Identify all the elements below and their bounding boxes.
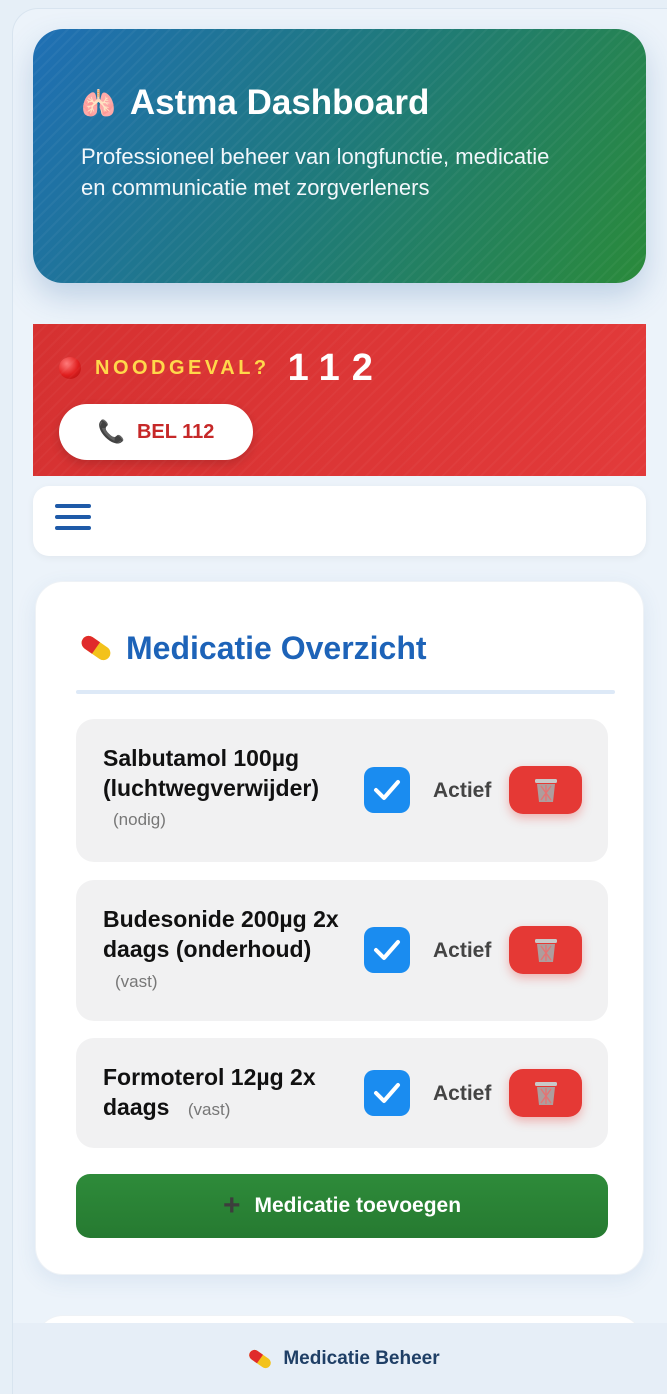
medication-type: (nodig) [113,810,166,829]
status-label: Actief [433,1082,492,1105]
pill-icon [249,1349,272,1369]
trash-icon [534,779,557,802]
trash-icon [534,1082,557,1105]
checkmark-icon [374,1083,400,1103]
medication-name-text: Budesonide 200µg 2x daags (onderhoud) [103,906,339,962]
medication-name: Salbutamol 100µg (luchtwegverwijder) (no… [103,743,355,831]
status-label: Actief [433,779,492,802]
trash-icon [534,939,557,962]
medication-item: Salbutamol 100µg (luchtwegverwijder) (no… [76,719,608,862]
medication-card-title: Medicatie Overzicht [76,622,427,674]
page-title: Astma Dashboard [129,83,430,122]
lungs-icon: 🫁 [81,87,116,119]
call-button-label: BEL 112 [136,420,215,443]
medication-card: Medicatie Overzicht Salbutamol 100µg (lu… [35,581,644,1275]
footer-label: Medicatie Beheer [283,1348,440,1369]
medication-name-text: Salbutamol 100µg (luchtwegverwijder) [103,745,319,801]
medication-title-text: Medicatie Overzicht [126,629,427,666]
plus-icon: + [222,1189,241,1222]
delete-button[interactable] [509,1069,582,1117]
call-112-button[interactable]: 📞 BEL 112 [59,404,253,460]
footer-bar[interactable]: Medicatie Beheer [13,1323,667,1394]
title-divider [76,690,615,694]
delete-button[interactable] [509,926,582,974]
header-subtitle: Professioneel beheer van longfunctie, me… [81,144,550,200]
medication-type: (vast) [115,972,158,991]
medication-name: Budesonide 200µg 2x daags (onderhoud) (v… [103,904,355,997]
emergency-number: 112 [287,346,385,389]
emergency-banner: NOODGEVAL? 112 📞 BEL 112 [33,324,646,476]
medication-item: Budesonide 200µg 2x daags (onderhoud) (v… [76,880,608,1021]
phone-icon: 📞 [97,419,125,444]
medication-name: Formoterol 12µg 2x daags (vast) [103,1062,355,1125]
page: 🫁 Astma Dashboard Professioneel beheer v… [12,8,667,1394]
active-checkbox[interactable] [364,927,410,973]
checkmark-icon [374,940,400,960]
add-medication-button[interactable]: + Medicatie toevoegen [76,1174,608,1238]
add-medication-label: Medicatie toevoegen [254,1194,462,1217]
active-checkbox[interactable] [364,1070,410,1116]
emergency-label: NOODGEVAL? [95,356,270,379]
emergency-row: NOODGEVAL? 112 [59,346,646,390]
medication-type: (vast) [187,1100,231,1119]
active-checkbox[interactable] [364,767,410,813]
delete-button[interactable] [509,766,582,814]
pill-icon [81,635,111,661]
status-label: Actief [433,939,492,962]
hamburger-menu-icon[interactable] [55,504,91,536]
navigation-bar [33,486,646,556]
header-title-row: 🫁 Astma Dashboard [81,81,598,125]
medication-item: Formoterol 12µg 2x daags (vast) Actief [76,1038,608,1148]
checkmark-icon [374,780,400,800]
red-circle-icon [59,357,81,379]
dashboard-header: 🫁 Astma Dashboard Professioneel beheer v… [33,29,646,283]
